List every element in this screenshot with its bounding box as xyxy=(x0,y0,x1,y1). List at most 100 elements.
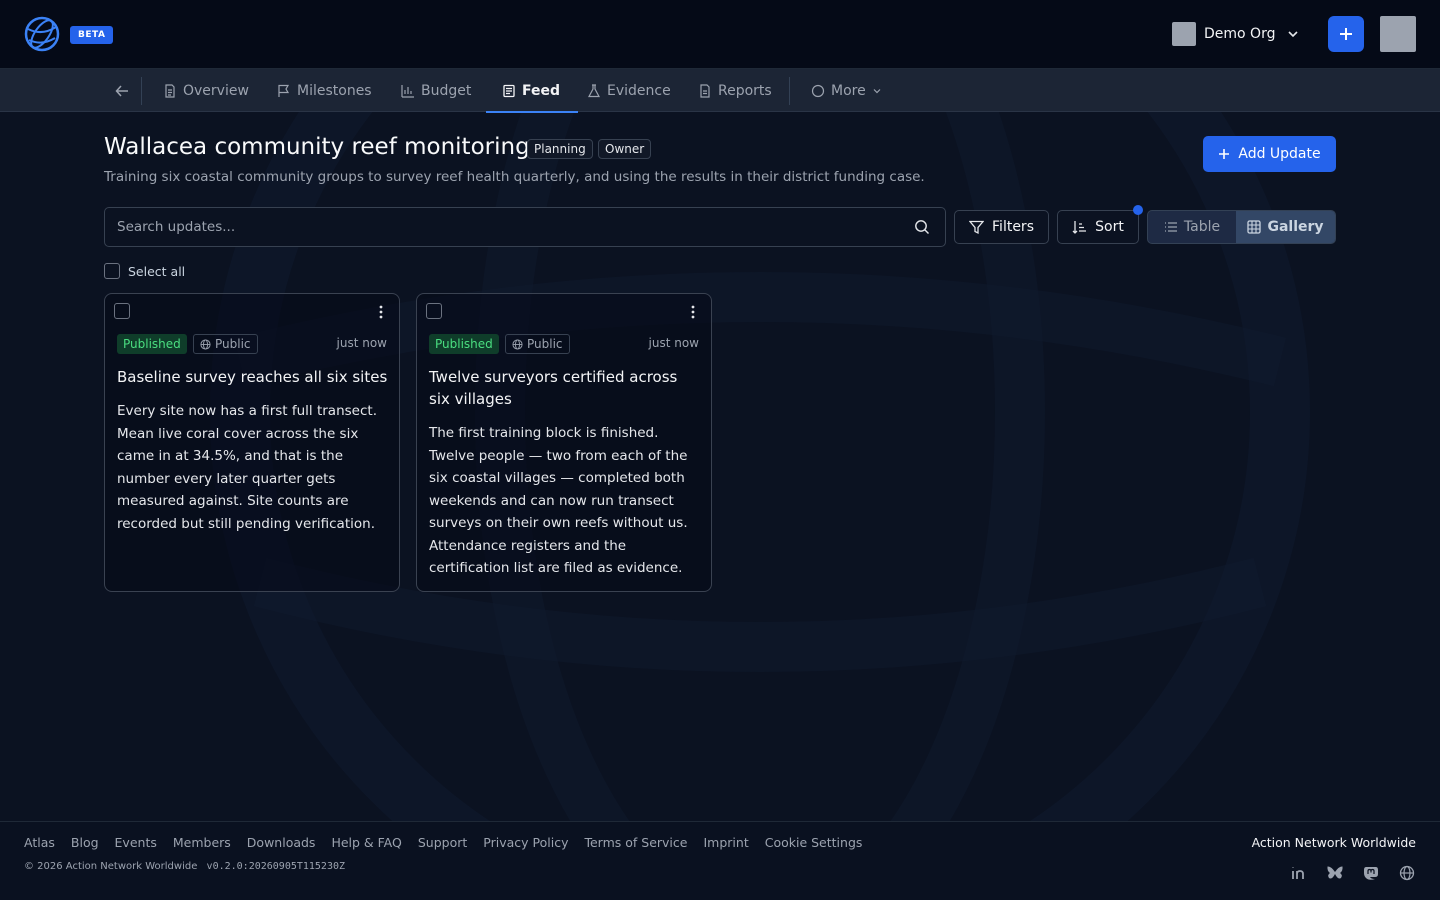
tab-label: Overview xyxy=(183,82,249,99)
tab-label: More xyxy=(831,82,866,99)
footer-link-downloads[interactable]: Downloads xyxy=(247,835,316,850)
flask-icon xyxy=(588,83,600,97)
tab-budget[interactable]: Budget xyxy=(399,69,473,112)
sort-label: Sort xyxy=(1095,219,1124,235)
arrow-left-icon xyxy=(115,85,128,97)
plus-icon xyxy=(1340,28,1352,40)
update-body: The first training block is finished. Tw… xyxy=(429,425,688,576)
update-title: Twelve surveyors certified across six vi… xyxy=(429,368,678,408)
create-button[interactable] xyxy=(1328,16,1364,52)
footer-link-events[interactable]: Events xyxy=(115,835,157,850)
plus-icon xyxy=(1219,149,1230,159)
tab-label: Milestones xyxy=(297,82,372,99)
visibility-label: Public xyxy=(527,337,563,351)
more-options-icon[interactable] xyxy=(373,304,389,320)
footer-link-imprint[interactable]: Imprint xyxy=(703,835,748,850)
tab-feed[interactable]: Feed xyxy=(485,69,579,113)
footer-link-support[interactable]: Support xyxy=(418,835,467,850)
role-badge: Owner xyxy=(598,139,652,159)
org-name: Demo Org xyxy=(1204,26,1276,42)
add-update-button[interactable]: Add Update xyxy=(1203,136,1336,172)
timestamp: just now xyxy=(648,336,699,350)
footer-link-members[interactable]: Members xyxy=(173,835,231,850)
footer-link-atlas[interactable]: Atlas xyxy=(24,835,55,850)
view-gallery-option[interactable]: Gallery xyxy=(1236,211,1335,243)
chevron-down-icon xyxy=(873,88,881,93)
bluesky-icon[interactable] xyxy=(1326,864,1344,882)
back-button[interactable] xyxy=(112,81,132,101)
footer-link-cookies[interactable]: Cookie Settings xyxy=(765,835,863,850)
tab-more[interactable]: More xyxy=(809,69,884,112)
footer-link-privacy[interactable]: Privacy Policy xyxy=(483,835,568,850)
page-title: Wallacea community reef monitoring xyxy=(104,134,530,160)
published-badge: Published xyxy=(429,334,499,354)
beta-badge: BETA xyxy=(70,26,114,44)
grid-icon xyxy=(1247,220,1262,234)
filters-button[interactable]: Filters xyxy=(954,210,1049,244)
tab-reports[interactable]: Reports xyxy=(696,69,774,112)
more-options-icon[interactable] xyxy=(685,304,701,320)
social-links xyxy=(1290,864,1416,882)
sort-button[interactable]: Sort xyxy=(1057,210,1139,244)
flag-icon xyxy=(278,84,290,97)
visibility-badge: Public xyxy=(505,334,570,354)
view-toggle: Table Gallery xyxy=(1147,210,1336,244)
filter-icon xyxy=(969,220,985,234)
select-all-checkbox[interactable] xyxy=(104,263,120,279)
tab-divider xyxy=(141,77,142,105)
select-all[interactable]: Select all xyxy=(104,263,185,279)
file-icon xyxy=(700,83,710,98)
footer-link-help[interactable]: Help & FAQ xyxy=(331,835,401,850)
chevron-down-icon xyxy=(1288,31,1299,38)
top-header: BETA Demo Org xyxy=(0,0,1440,69)
tab-overview[interactable]: Overview xyxy=(161,69,251,112)
tab-label: Evidence xyxy=(607,82,671,99)
footer-link-blog[interactable]: Blog xyxy=(71,835,99,850)
mastodon-icon[interactable] xyxy=(1362,864,1380,882)
document-icon xyxy=(165,83,175,98)
version-string: v0.2.0:20260905T115230Z xyxy=(206,861,346,872)
card-checkbox[interactable] xyxy=(114,303,130,319)
view-table-label: Table xyxy=(1183,219,1221,235)
tab-label: Feed xyxy=(522,82,561,99)
search-box xyxy=(104,207,946,247)
visibility-label: Public xyxy=(215,337,251,351)
select-all-label: Select all xyxy=(128,263,186,279)
circle-icon xyxy=(811,84,825,97)
view-gallery-label: Gallery xyxy=(1267,219,1324,235)
sort-active-indicator xyxy=(1133,205,1143,215)
tab-label: Budget xyxy=(421,82,472,99)
linkedin-icon[interactable] xyxy=(1290,864,1308,882)
card-checkbox[interactable] xyxy=(426,303,442,319)
org-switcher[interactable]: Demo Org xyxy=(1172,22,1299,46)
timestamp: just now xyxy=(336,336,387,350)
sort-icon xyxy=(1072,220,1087,234)
status-badge: Planning xyxy=(527,139,593,159)
view-table-option[interactable]: Table xyxy=(1148,211,1236,243)
published-badge: Published xyxy=(117,334,187,354)
project-tab-bar: Overview Milestones Budget Feed Evidence… xyxy=(0,69,1440,113)
project-description: Training six coastal community groups to… xyxy=(104,169,925,185)
globe-logo-icon[interactable] xyxy=(24,16,60,52)
add-update-label: Add Update xyxy=(1238,146,1321,162)
org-avatar xyxy=(1172,22,1196,46)
visibility-badge: Public xyxy=(193,334,258,354)
update-title: Baseline survey reaches all six sites xyxy=(117,368,388,386)
footer-link-terms[interactable]: Terms of Service xyxy=(584,835,687,850)
search-input[interactable] xyxy=(105,208,945,246)
chart-icon xyxy=(401,84,414,98)
tab-evidence[interactable]: Evidence xyxy=(585,69,673,112)
tab-milestones[interactable]: Milestones xyxy=(275,69,374,112)
footer-brand: Action Network Worldwide xyxy=(1251,835,1416,850)
globe-icon xyxy=(512,338,523,350)
globe-icon xyxy=(200,338,211,350)
update-card[interactable]: Published Public just now Twelve surveyo… xyxy=(416,293,712,592)
footer-links: Atlas Blog Events Members Downloads Help… xyxy=(24,835,862,850)
search-icon[interactable] xyxy=(914,219,930,235)
copyright-line: © 2026 Action Network Worldwide v0.2.0:2… xyxy=(24,861,345,872)
filters-label: Filters xyxy=(992,219,1034,235)
user-avatar[interactable] xyxy=(1380,16,1416,52)
update-card[interactable]: Published Public just now Baseline surve… xyxy=(104,293,400,592)
globe-icon[interactable] xyxy=(1398,864,1416,882)
tab-divider xyxy=(789,77,790,105)
